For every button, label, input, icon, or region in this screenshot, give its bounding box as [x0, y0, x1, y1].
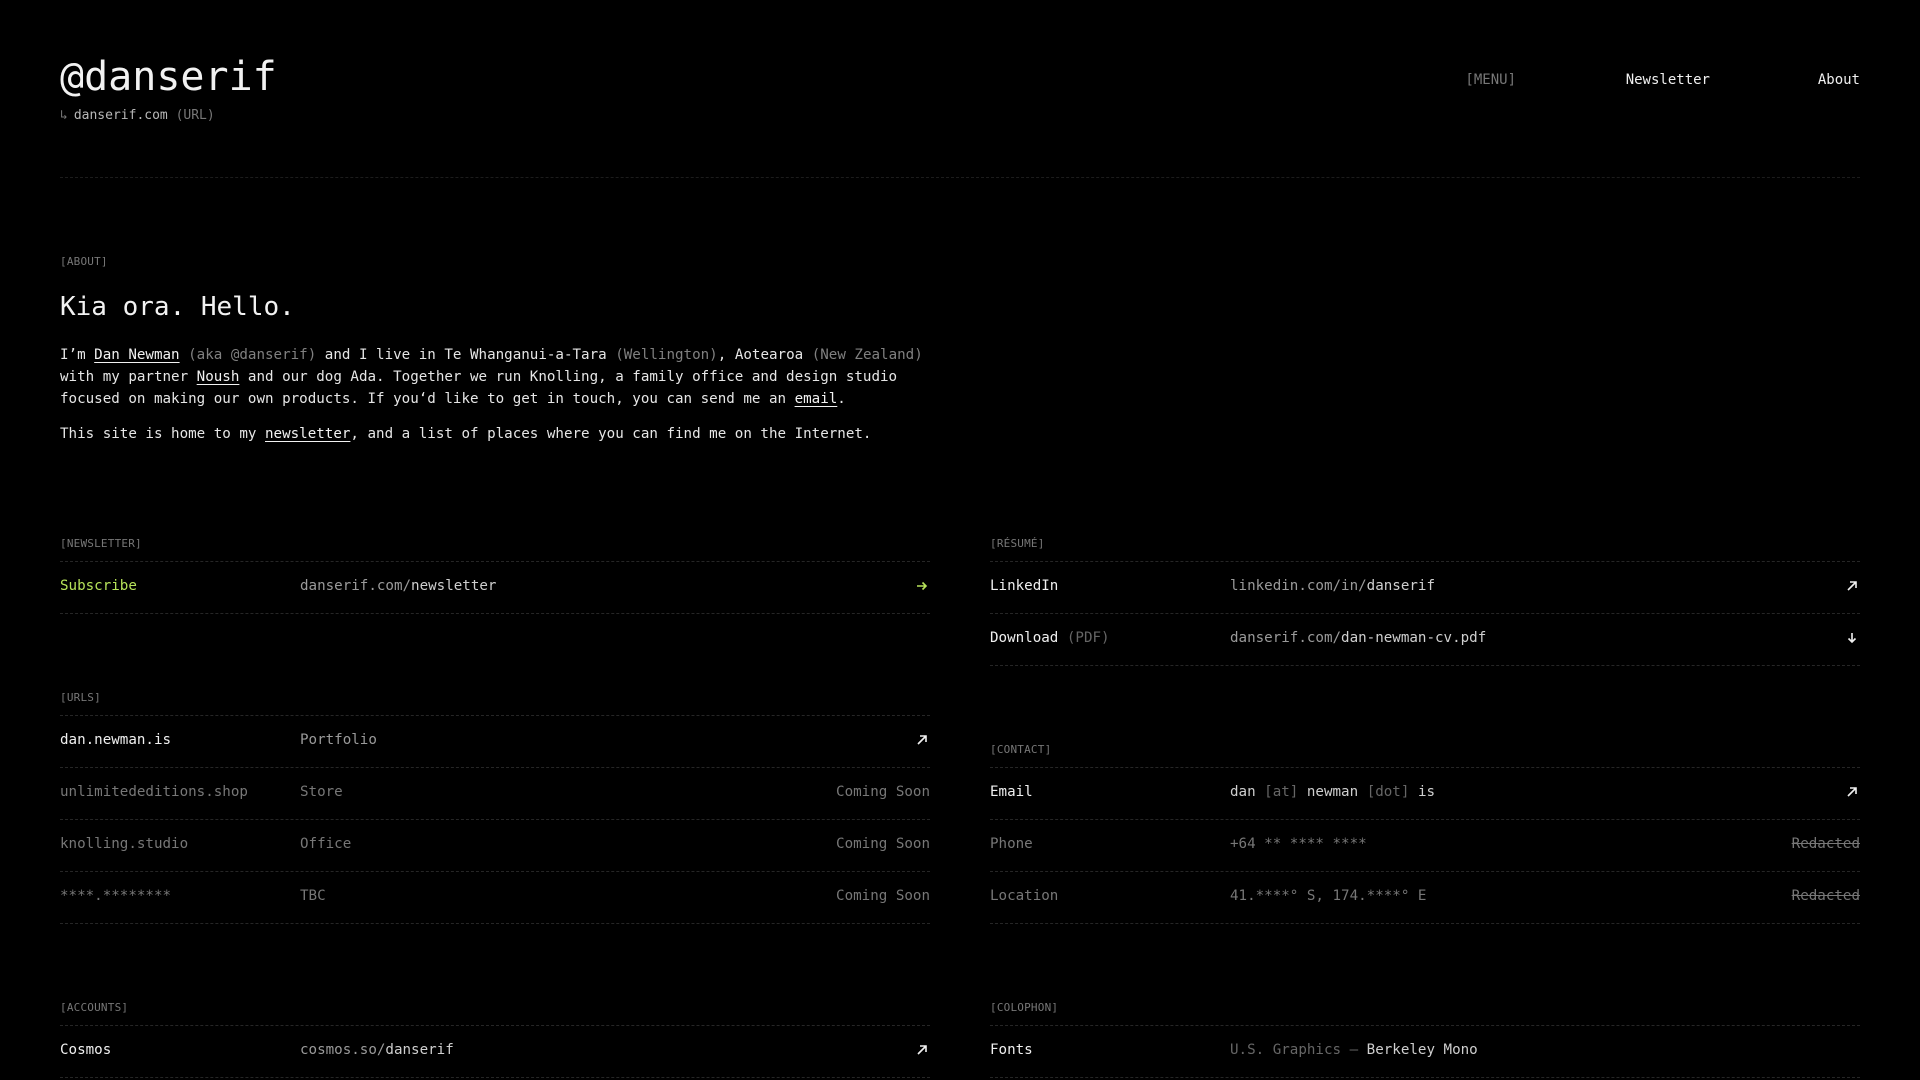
url-status: Coming Soon [836, 836, 930, 852]
arrow-down-icon[interactable] [1844, 630, 1860, 646]
phone-label: Phone [990, 836, 1033, 852]
email-row[interactable]: Email dan [at] newman [dot] is [990, 767, 1860, 819]
resume-label: [RÉSUMÉ] [990, 537, 1045, 550]
urls-label: [URLS] [60, 691, 101, 704]
urls-list: dan.newman.is Portfolio unlimitededition… [60, 715, 930, 924]
url-tag: (URL) [175, 108, 215, 123]
url-name: ****.******** [60, 888, 172, 904]
nav-newsletter-link[interactable]: Newsletter [1626, 72, 1710, 88]
about-body: I’m Dan Newman (aka @danserif) and I liv… [60, 344, 940, 458]
contact-list: Email dan [at] newman [dot] is Phone +64… [990, 767, 1860, 924]
newsletter-link[interactable]: newsletter [265, 426, 350, 442]
partner-link[interactable]: Noush [197, 369, 240, 385]
newsletter-list: Subscribe danserif.com/newsletter [60, 561, 930, 614]
accounts-label: [ACCOUNTS] [60, 1001, 129, 1014]
url-row: knolling.studio Office Coming Soon [60, 819, 930, 871]
cv-url: danserif.com/dan-newman-cv.pdf [1230, 630, 1487, 646]
url-status: Coming Soon [836, 888, 930, 904]
location-status: Redacted [1791, 888, 1860, 904]
account-name[interactable]: Cosmos [60, 1042, 111, 1058]
corner-arrow-icon: ↳ [60, 108, 68, 123]
fonts-label: Fonts [990, 1042, 1033, 1058]
email-link[interactable]: email [795, 391, 838, 407]
url-row: ****.******** TBC Coming Soon [60, 871, 930, 924]
fonts-row: Fonts U.S. Graphics — Berkeley Mono [990, 1025, 1860, 1078]
subscribe-label[interactable]: Subscribe [60, 578, 137, 594]
site-domain[interactable]: danserif.com [74, 108, 168, 123]
linkedin-label[interactable]: LinkedIn [990, 578, 1058, 594]
arrow-up-right-icon[interactable] [914, 732, 930, 748]
about-title: Kia ora. Hello. [60, 292, 295, 322]
accounts-list: Cosmos cosmos.so/danserif [60, 1025, 930, 1078]
arrow-up-right-icon[interactable] [1844, 784, 1860, 800]
page: @danserif ↳ danserif.com (URL) [MENU] New… [60, 0, 1860, 1080]
nav-about-link[interactable]: About [1818, 72, 1860, 88]
newsletter-label: [NEWSLETTER] [60, 537, 142, 550]
linkedin-url: linkedin.com/in/danserif [1230, 578, 1436, 594]
url-desc: TBC [300, 888, 326, 904]
about-paragraph-1: I’m Dan Newman (aka @danserif) and I liv… [60, 347, 923, 407]
location-value: 41.****° S, 174.****° E [1230, 888, 1427, 904]
site-logo[interactable]: @danserif [60, 52, 277, 102]
subscribe-url: danserif.com/newsletter [300, 578, 497, 594]
url-row[interactable]: dan.newman.is Portfolio [60, 715, 930, 767]
url-desc: Office [300, 836, 352, 852]
url-name: unlimitededitions.shop [60, 784, 248, 800]
site-url[interactable]: ↳ danserif.com (URL) [60, 108, 215, 123]
nav-menu-button[interactable]: [MENU] [1465, 72, 1516, 88]
contact-label: [CONTACT] [990, 743, 1052, 756]
name-link[interactable]: Dan Newman [94, 347, 179, 363]
header-divider [60, 177, 1860, 178]
phone-row: Phone +64 ** **** **** Redacted [990, 819, 1860, 871]
about-label: [ABOUT] [60, 255, 108, 268]
url-name: knolling.studio [60, 836, 189, 852]
email-value: dan [at] newman [dot] is [1230, 784, 1436, 800]
account-url: cosmos.so/danserif [300, 1042, 454, 1058]
fonts-value: U.S. Graphics — Berkeley Mono [1230, 1042, 1478, 1058]
resume-list: LinkedIn linkedin.com/in/danserif Downlo… [990, 561, 1860, 666]
linkedin-row[interactable]: LinkedIn linkedin.com/in/danserif [990, 561, 1860, 613]
colophon-label: [COLOPHON] [990, 1001, 1059, 1014]
arrow-up-right-icon[interactable] [914, 1042, 930, 1058]
location-row: Location 41.****° S, 174.****° E Redacte… [990, 871, 1860, 924]
url-status: Coming Soon [836, 784, 930, 800]
url-desc: Store [300, 784, 343, 800]
download-label[interactable]: Download (PDF) [990, 630, 1110, 646]
location-label: Location [990, 888, 1059, 904]
email-label[interactable]: Email [990, 784, 1033, 800]
download-cv-row[interactable]: Download (PDF) danserif.com/dan-newman-c… [990, 613, 1860, 666]
url-name[interactable]: dan.newman.is [60, 732, 171, 748]
phone-value: +64 ** **** **** [1230, 836, 1367, 852]
phone-status: Redacted [1791, 836, 1860, 852]
colophon-list: Fonts U.S. Graphics — Berkeley Mono [990, 1025, 1860, 1078]
arrow-up-right-icon[interactable] [1844, 578, 1860, 594]
url-row: unlimitededitions.shop Store Coming Soon [60, 767, 930, 819]
about-paragraph-2: This site is home to my newsletter, and … [60, 426, 872, 442]
account-row[interactable]: Cosmos cosmos.so/danserif [60, 1025, 930, 1078]
subscribe-row[interactable]: Subscribe danserif.com/newsletter [60, 561, 930, 614]
arrow-right-icon[interactable] [914, 578, 930, 594]
url-desc: Portfolio [300, 732, 377, 748]
